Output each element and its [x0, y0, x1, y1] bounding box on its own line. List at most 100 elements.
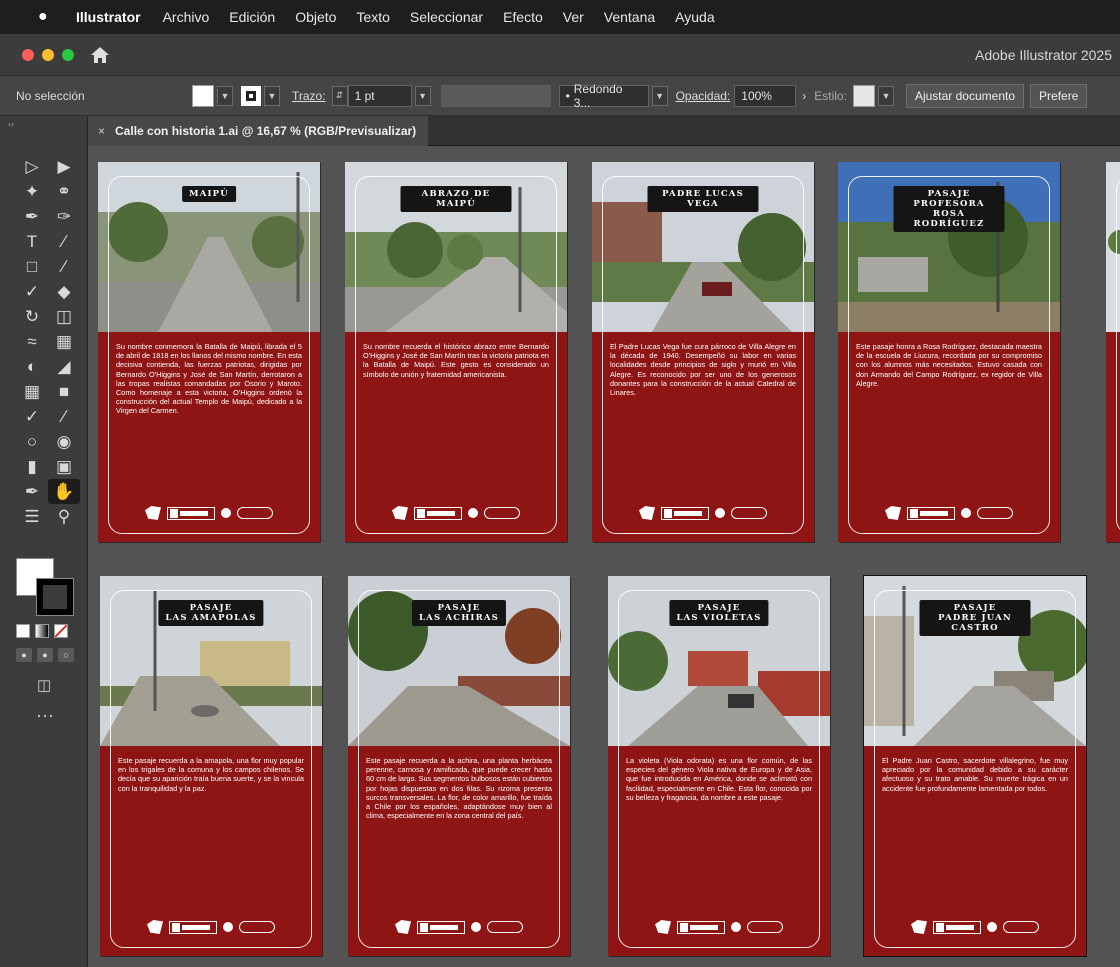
stroke-weight-field[interactable]: 1 pt: [347, 84, 412, 107]
free-transform-tool-icon[interactable]: ▦: [48, 329, 80, 354]
municipality-logo-icon: [147, 920, 163, 934]
circle-logo-icon: [221, 508, 231, 518]
apple-icon[interactable]: ●: [38, 8, 60, 26]
color-mode-buttons: [16, 624, 68, 638]
artboard[interactable]: MAIPÚ Su nombre conmemora la Batalla de …: [98, 162, 320, 542]
opacity-field[interactable]: 100%: [734, 84, 797, 107]
shaper-tool-icon[interactable]: ✓: [16, 279, 48, 304]
draw-inside-icon[interactable]: ○: [58, 648, 74, 662]
street-name-label: MAIPÚ: [182, 186, 236, 202]
menu-ayuda[interactable]: Ayuda: [675, 9, 714, 25]
stroke-swatch[interactable]: [241, 85, 261, 106]
rotate-tool-icon[interactable]: ↻: [16, 304, 48, 329]
chevron-down-icon[interactable]: ▼: [264, 85, 280, 106]
brush-definition-field[interactable]: • Redondo 3...: [558, 82, 649, 110]
street-description: La violeta (Viola odorata) es una flor c…: [626, 756, 812, 802]
program-logo-icon: [933, 920, 981, 934]
menu-objeto[interactable]: Objeto: [295, 9, 336, 25]
magic-wand-tool-icon[interactable]: ✦: [16, 179, 48, 204]
fill-swatch[interactable]: [192, 84, 214, 107]
menu-bar: ● Illustrator Archivo Edición Objeto Tex…: [0, 0, 1120, 34]
chevron-down-icon[interactable]: ▼: [217, 85, 233, 106]
color-mode-button[interactable]: [16, 624, 30, 638]
preferences-button[interactable]: Prefere: [1030, 83, 1088, 108]
type-tool-icon[interactable]: T: [16, 229, 48, 254]
opacity-label[interactable]: Opacidad:: [676, 89, 731, 103]
selection-tool-icon[interactable]: ▶: [48, 154, 80, 179]
artboard-tool-icon[interactable]: ▣: [48, 454, 80, 479]
street-name-label: PASAJE LAS VIOLETAS: [669, 600, 769, 626]
variable-width-profile[interactable]: [440, 84, 551, 107]
document-tab[interactable]: × Calle con historia 1.ai @ 16,67 % (RGB…: [88, 116, 428, 146]
column-graph-tool-icon[interactable]: ▮: [16, 454, 48, 479]
close-window-button[interactable]: [22, 48, 34, 61]
chevron-right-icon[interactable]: ›: [802, 89, 806, 103]
direct-selection-tool-icon[interactable]: ▷: [16, 154, 48, 179]
stroke-color-box[interactable]: [36, 578, 74, 616]
screen-mode-icon[interactable]: ◫: [37, 676, 51, 694]
graphic-style-swatch[interactable]: [852, 84, 875, 107]
gradient-mode-button[interactable]: [35, 624, 49, 638]
symbol-sprayer-tool-icon[interactable]: ◉: [48, 429, 80, 454]
blend-tool-icon[interactable]: ○: [16, 429, 48, 454]
edit-toolbar-icon[interactable]: ☰: [16, 504, 48, 529]
document-tab-bar: × Calle con historia 1.ai @ 16,67 % (RGB…: [88, 116, 1120, 146]
rectangle-tool-icon[interactable]: □: [16, 254, 48, 279]
calles-historia-logo-icon: [484, 507, 520, 519]
selection-status: No selección: [16, 88, 85, 103]
home-icon[interactable]: [90, 46, 110, 64]
artboard[interactable]: PASAJE PADRE JUAN CASTRO El Padre Juan C…: [863, 575, 1087, 957]
curvature-tool-icon[interactable]: ✑: [48, 204, 80, 229]
adjust-document-button[interactable]: Ajustar documento: [905, 83, 1025, 108]
chevron-down-icon[interactable]: ▼: [651, 85, 668, 106]
artboard[interactable]: PASAJE LAS AMAPOLAS Este pasaje recuerda…: [100, 576, 322, 956]
paintbrush-tool-icon[interactable]: ∕: [48, 254, 80, 279]
artboard[interactable]: [1106, 162, 1120, 542]
fill-stroke-widget[interactable]: [16, 558, 74, 618]
gradient-tool-icon[interactable]: ■: [48, 379, 80, 404]
shape-builder-tool-icon[interactable]: ◐: [16, 354, 48, 379]
perspective-grid-tool-icon[interactable]: ◢: [48, 354, 80, 379]
eraser-tool-icon[interactable]: ◆: [48, 279, 80, 304]
measure-tool-icon[interactable]: ∕: [48, 404, 80, 429]
stroke-stepper[interactable]: ⇵: [331, 85, 348, 106]
chevron-down-icon[interactable]: ▼: [414, 85, 431, 106]
artboard[interactable]: ABRAZO DE MAIPÚ Su nombre recuerda el hi…: [345, 162, 567, 542]
collapse-panel-icon[interactable]: ‹‹: [0, 116, 87, 146]
none-mode-button[interactable]: [54, 624, 68, 638]
artboard-frame: [1116, 176, 1120, 534]
menu-app-name[interactable]: Illustrator: [76, 9, 141, 25]
artboard[interactable]: PASAJE PROFESORA ROSA RODRÍGUEZ Este pas…: [838, 162, 1060, 542]
menu-edicion[interactable]: Edición: [229, 9, 275, 25]
menu-seleccionar[interactable]: Seleccionar: [410, 9, 483, 25]
zoom-tool-icon[interactable]: ⚲: [48, 504, 80, 529]
menu-ver[interactable]: Ver: [563, 9, 584, 25]
minimize-window-button[interactable]: [42, 48, 54, 61]
menu-archivo[interactable]: Archivo: [163, 9, 210, 25]
eyedropper-tool-icon[interactable]: ✓: [16, 404, 48, 429]
menu-texto[interactable]: Texto: [356, 9, 389, 25]
menu-ventana[interactable]: Ventana: [604, 9, 655, 25]
draw-behind-icon[interactable]: ●: [37, 648, 53, 662]
line-tool-icon[interactable]: ∕: [48, 229, 80, 254]
hand-tool-icon[interactable]: ✋: [48, 479, 80, 504]
artboard[interactable]: PADRE LUCAS VEGA El Padre Lucas Vega fue…: [592, 162, 814, 542]
slice-tool-icon[interactable]: ✒: [16, 479, 48, 504]
stroke-label[interactable]: Trazo:: [292, 89, 326, 103]
style-label: Estilo:: [814, 88, 847, 103]
zoom-window-button[interactable]: [62, 48, 74, 61]
scale-tool-icon[interactable]: ◫: [48, 304, 80, 329]
calles-historia-logo-icon: [1003, 921, 1039, 933]
more-tools-icon[interactable]: ⋯: [36, 706, 54, 727]
menu-efecto[interactable]: Efecto: [503, 9, 543, 25]
chevron-down-icon[interactable]: ▼: [877, 85, 894, 106]
pen-tool-icon[interactable]: ✒: [16, 204, 48, 229]
close-tab-icon[interactable]: ×: [98, 124, 105, 138]
lasso-tool-icon[interactable]: ⚭: [48, 179, 80, 204]
mesh-tool-icon[interactable]: ▦: [16, 379, 48, 404]
canvas[interactable]: MAIPÚ Su nombre conmemora la Batalla de …: [88, 146, 1120, 967]
width-tool-icon[interactable]: ≈: [16, 329, 48, 354]
draw-normal-icon[interactable]: ●: [16, 648, 32, 662]
artboard[interactable]: PASAJE LAS VIOLETAS La violeta (Viola od…: [608, 576, 830, 956]
artboard[interactable]: PASAJE LAS ACHIRAS Este pasaje recuerda …: [348, 576, 570, 956]
